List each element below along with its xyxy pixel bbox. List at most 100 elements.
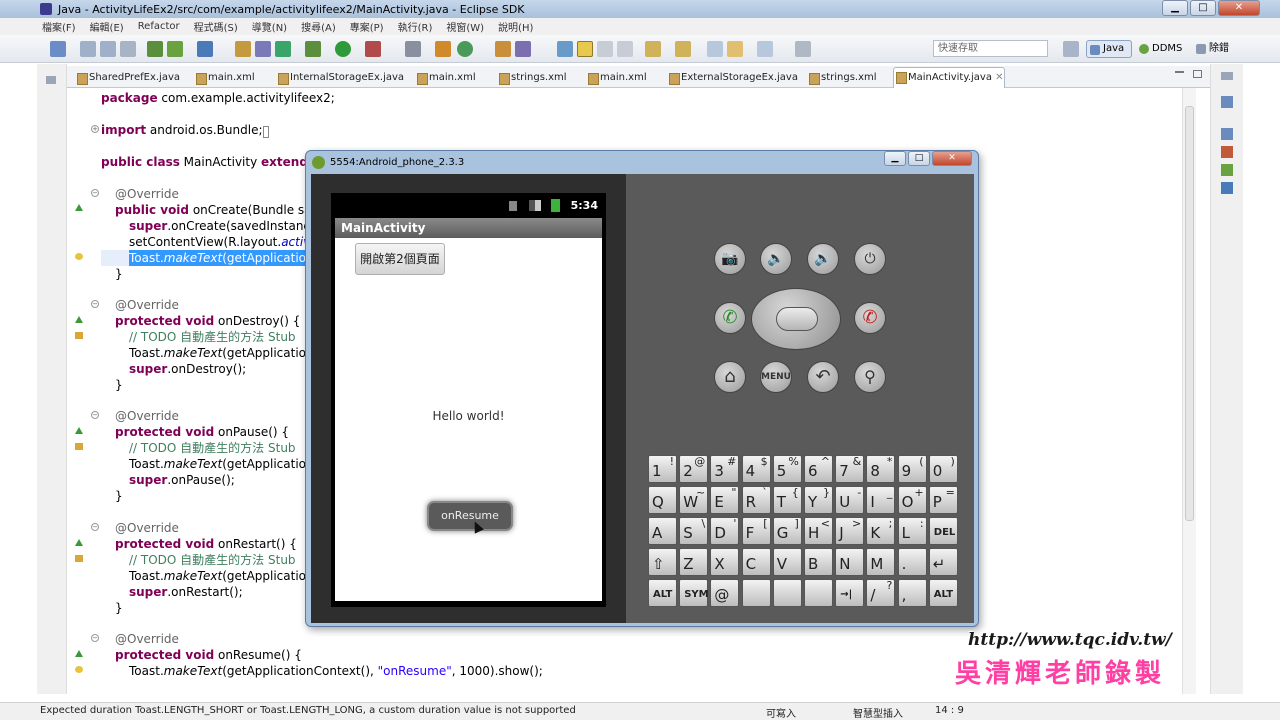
key-5-5[interactable] [772,579,802,607]
emulator-maximize-button[interactable]: □ [908,151,930,166]
emulator-window[interactable]: 5554:Android_phone_2.3.3 ▁ □ ✕ 5:34 Main… [305,150,979,627]
key-5-8[interactable]: /? [866,579,896,607]
key-3-4[interactable]: F[ [741,517,771,545]
back-button[interactable]: ↶ [807,361,839,393]
build-icon[interactable] [235,41,251,57]
external-tools-icon[interactable] [365,41,381,57]
tab-strings-xml-1[interactable]: strings.xml [497,69,567,86]
scrollbar-thumb[interactable] [1185,106,1194,521]
back-icon[interactable] [727,41,743,57]
annotation-icon[interactable] [557,41,573,57]
key-3-9[interactable]: L: [897,517,927,545]
key-5-2[interactable]: SYM [679,579,709,607]
restore-icon[interactable] [46,76,56,84]
home-button[interactable]: ⌂ [714,361,746,393]
key-1-1[interactable]: 1! [648,455,677,483]
problems-icon[interactable] [1221,146,1233,158]
emulator-minimize-button[interactable]: ▁ [884,151,906,166]
refresh-icon[interactable] [255,41,271,57]
menu-window[interactable]: 視窗(W) [446,19,484,34]
search-button[interactable]: ⚲ [854,361,886,393]
show-whitespace-icon[interactable] [617,41,633,57]
close-button[interactable]: ✕ [1218,0,1260,16]
volume-up-button[interactable]: 🔊 [807,243,839,275]
menu-refactor[interactable]: Refactor [138,21,180,32]
console-icon[interactable] [1221,182,1233,194]
open-perspective-icon[interactable] [1063,41,1079,57]
menu-button[interactable]: MENU [760,361,792,393]
dpad-center-button[interactable] [776,307,818,331]
mark-occurrences-icon[interactable] [577,41,593,57]
search-tool-icon[interactable] [515,41,531,57]
power-button[interactable]: ⏻ [854,243,886,275]
end-call-button[interactable]: ✆ [854,302,886,334]
key-4-1[interactable]: ⇧ [648,548,677,576]
avd-manager-icon[interactable] [167,41,183,57]
tab-sharedprefex-java[interactable]: SharedPrefEx.java [75,69,180,86]
device-screen[interactable]: 5:34 MainActivity 開啟第2個頁面 Hello world! o… [331,193,606,607]
fold-collapse-icon[interactable]: − [91,523,99,531]
key-2-1[interactable]: Q [648,486,677,514]
new-icon[interactable] [50,41,66,57]
key-5-6[interactable] [804,579,833,607]
open-type-icon[interactable] [495,41,511,57]
editor-minimize-icon[interactable] [1175,71,1184,73]
hierarchy-icon[interactable] [1221,128,1233,140]
volume-down-button[interactable]: 🔈 [760,243,792,275]
menu-help[interactable]: 說明(H) [498,19,533,34]
menu-source[interactable]: 程式碼(S) [194,19,238,34]
task-marker-icon[interactable] [75,332,83,339]
restore-right-icon[interactable] [1221,72,1233,80]
key-3-10[interactable]: DEL [928,517,958,545]
key-5-7[interactable]: →| [835,579,865,607]
fold-expand-icon[interactable]: + [91,125,99,133]
key-3-8[interactable]: K; [866,517,896,545]
fold-collapse-icon[interactable]: − [91,300,99,308]
menu-project[interactable]: 專案(P) [350,19,384,34]
camera-button[interactable]: 📷 [714,243,746,275]
open-second-page-button[interactable]: 開啟第2個頁面 [355,243,445,275]
fold-collapse-icon[interactable]: − [91,189,99,197]
quick-access-input[interactable]: 快速存取 [933,40,1048,57]
outline-icon[interactable] [1221,96,1233,108]
tab-main-xml-2[interactable]: main.xml [415,69,476,86]
key-5-10[interactable]: ALT [928,579,958,607]
perspective-debug-button[interactable]: 除錯 [1193,40,1243,58]
task-marker-icon[interactable] [75,443,83,450]
key-3-6[interactable]: H < [804,517,833,545]
quickfix-bulb-icon[interactable] [75,253,83,260]
key-4-10[interactable]: ↵ [928,548,958,576]
run-icon[interactable] [335,41,351,57]
key-4-5[interactable]: V [772,548,802,576]
menu-file[interactable]: 檔案(F) [42,19,76,34]
key-5-9[interactable]: , [897,579,927,607]
save-icon[interactable] [80,41,96,57]
android-sdk-icon[interactable] [147,41,163,57]
wand-icon[interactable] [405,41,421,57]
print-icon[interactable] [120,41,136,57]
tab-strings-xml-2[interactable]: strings.xml [807,69,877,86]
key-3-1[interactable]: A [648,517,677,545]
tab-externalstorageex-java[interactable]: ExternalStorageEx.java [667,69,798,86]
menu-search[interactable]: 搜尋(A) [301,19,336,34]
key-3-7[interactable]: J > [835,517,865,545]
checklist-icon[interactable] [197,41,213,57]
tasks-icon[interactable] [1221,164,1233,176]
editor-maximize-icon[interactable] [1193,70,1202,78]
prev-annotation-icon[interactable] [675,41,691,57]
key-3-2[interactable]: S \ [679,517,709,545]
key-4-2[interactable]: Z [679,548,709,576]
maximize-button[interactable]: □ [1190,0,1216,16]
fold-collapse-icon[interactable]: − [91,411,99,419]
key-4-6[interactable]: B [804,548,833,576]
lint-icon[interactable] [275,41,291,57]
perspective-ddms-button[interactable]: DDMS [1136,40,1186,58]
key-4-4[interactable]: C [741,548,771,576]
call-button[interactable]: ✆ [714,302,746,334]
next-annotation-icon[interactable] [645,41,661,57]
last-edit-icon[interactable] [707,41,723,57]
key-4-7[interactable]: N [835,548,865,576]
emulator-close-button[interactable]: ✕ [932,151,972,166]
tab-internalstorageex-java[interactable]: InternalStorageEx.java [276,69,404,86]
key-3-5[interactable]: G] [772,517,802,545]
